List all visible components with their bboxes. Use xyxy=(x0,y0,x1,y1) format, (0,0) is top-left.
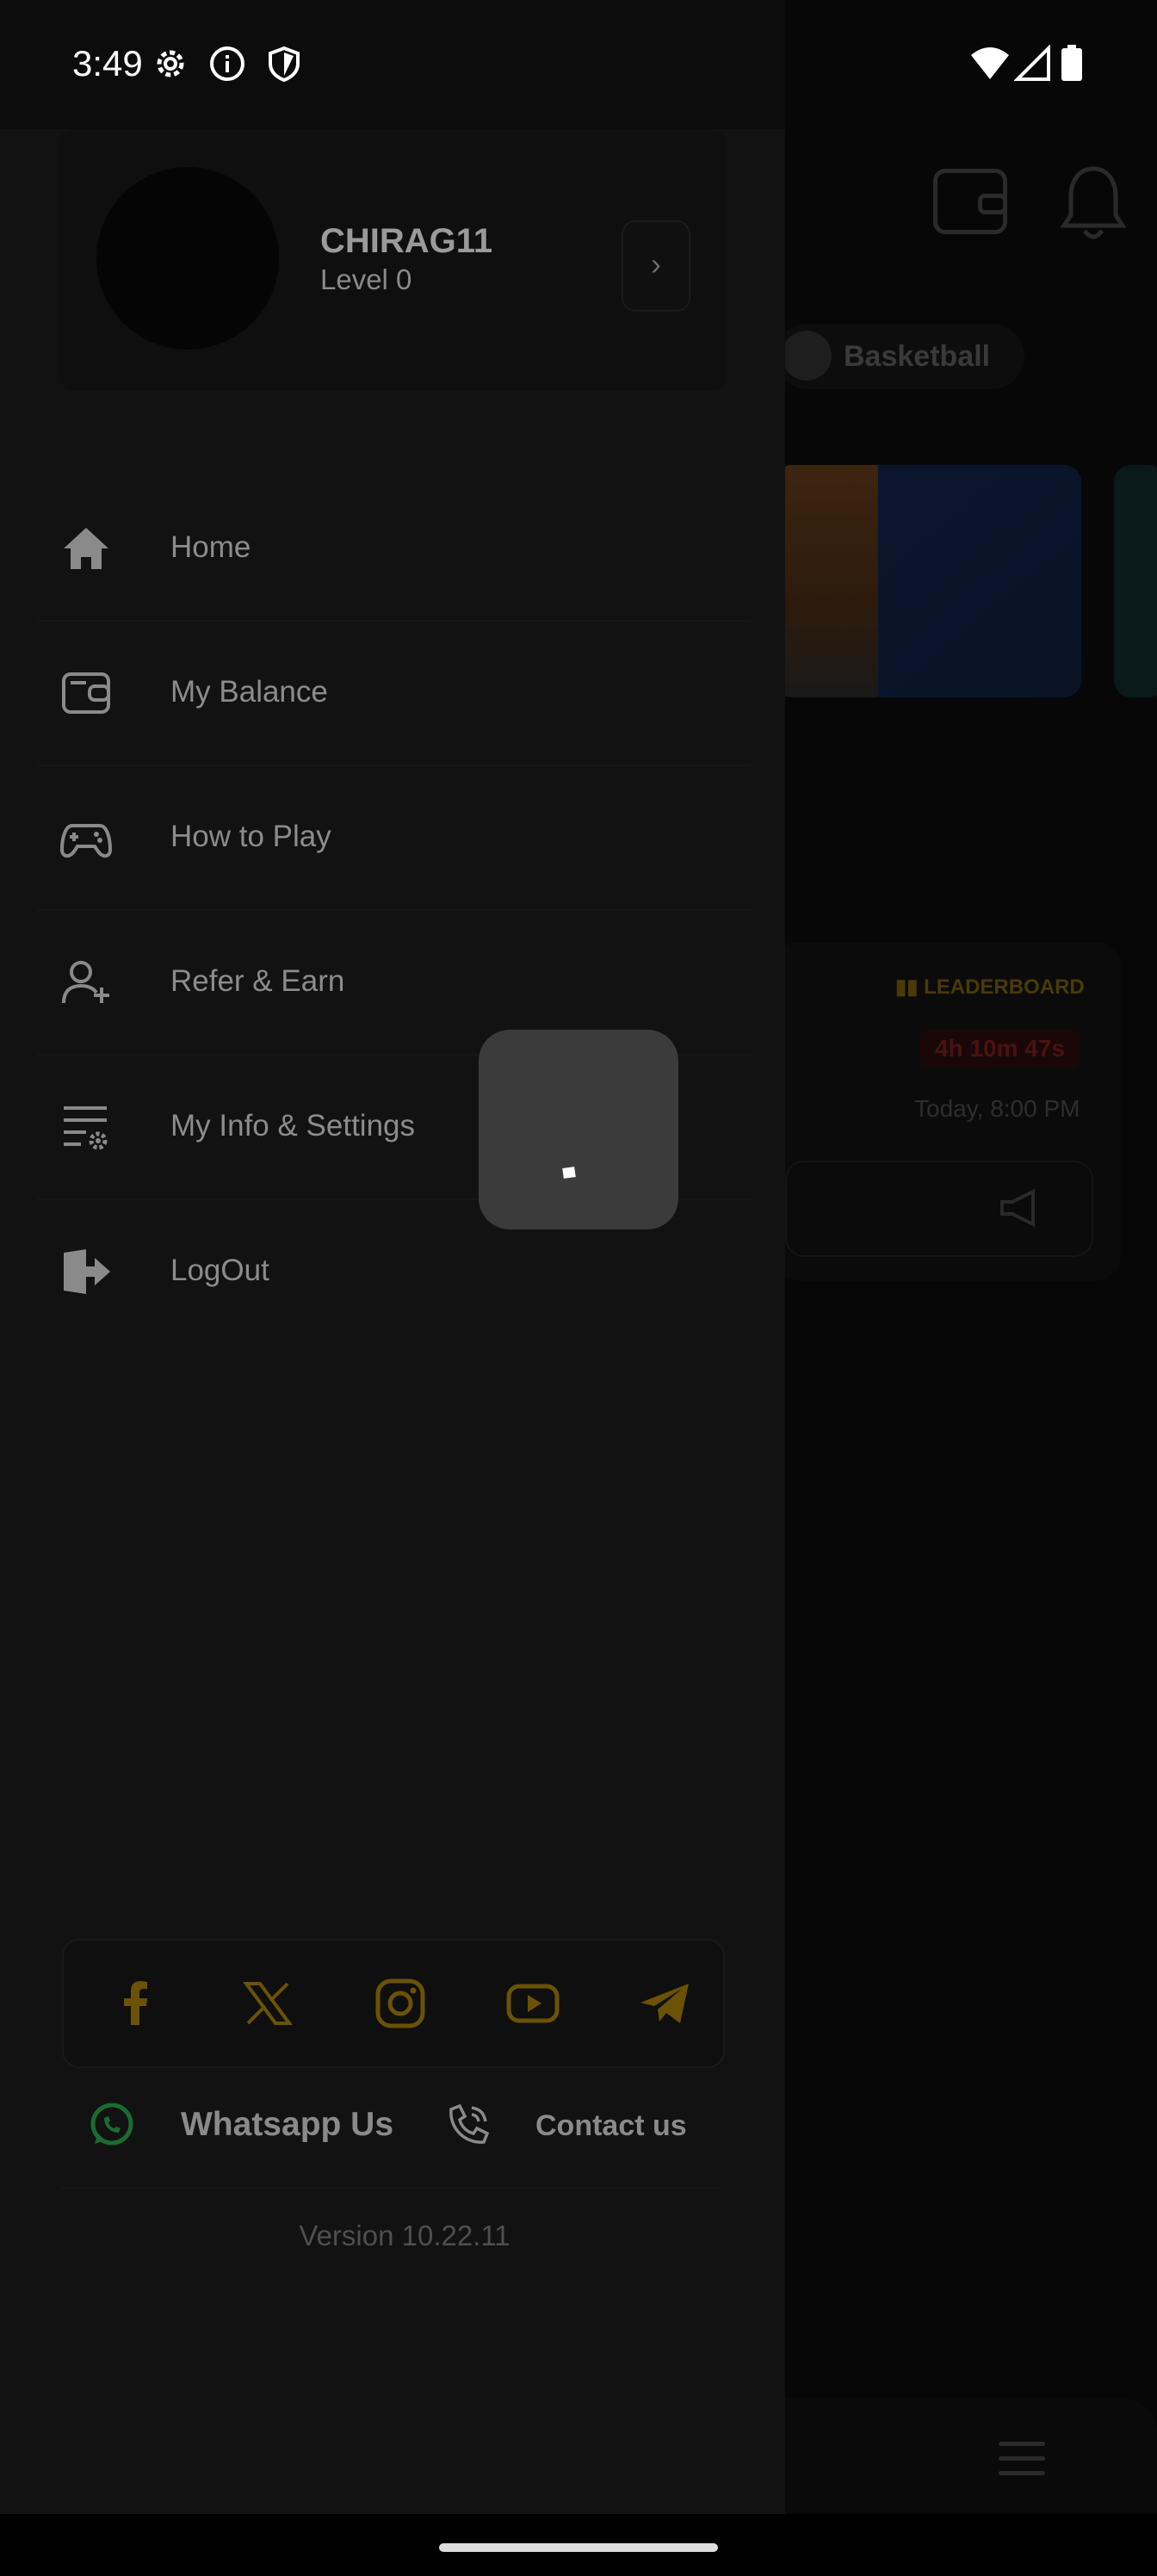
clock: 3:49 xyxy=(72,43,143,84)
telegram-icon[interactable] xyxy=(637,1975,694,2032)
menu-item-how-to-play[interactable]: How to Play xyxy=(38,766,751,911)
menu-item-label: LogOut xyxy=(170,1254,269,1287)
profile-card[interactable]: CHIRAG11 Level 0 › xyxy=(59,129,727,391)
navigation-drawer: CHIRAG11 Level 0 › Home My Balance How t… xyxy=(0,129,785,2514)
menu-item-label: Refer & Earn xyxy=(170,964,345,998)
leaderboard-label: ▮▮ LEADERBOARD xyxy=(895,975,1085,999)
social-links xyxy=(62,1939,725,2068)
home-gesture-handle[interactable] xyxy=(439,2543,718,2552)
megaphone-icon[interactable] xyxy=(999,1188,1042,1228)
basketball-icon xyxy=(782,331,832,381)
cricket-player-image xyxy=(775,465,878,697)
menu-item-home[interactable]: Home xyxy=(38,477,751,622)
promo-banner-next[interactable] xyxy=(1114,465,1157,697)
wallet-icon xyxy=(62,672,110,714)
loading-indicator xyxy=(479,1030,678,1229)
battery-icon xyxy=(1061,45,1082,81)
app-version: Version 10.22.11 xyxy=(299,2220,510,2251)
sport-chip-basketball[interactable]: Basketball xyxy=(775,324,1025,389)
user-level: Level 0 xyxy=(320,263,412,295)
promo-banner[interactable] xyxy=(775,465,1081,697)
countdown-badge: 4h 10m 47s xyxy=(919,1030,1080,1068)
menu-item-label: My Info & Settings xyxy=(170,1109,416,1142)
instagram-icon[interactable] xyxy=(372,1975,429,2032)
home-icon xyxy=(64,528,108,569)
menu-item-label: Home xyxy=(170,530,251,564)
logout-icon xyxy=(64,1249,110,1294)
username: CHIRAG11 xyxy=(320,222,493,260)
avatar[interactable] xyxy=(96,167,279,350)
phone-icon[interactable] xyxy=(444,2101,492,2149)
gamepad-icon xyxy=(60,824,112,858)
match-action-bar[interactable] xyxy=(785,1161,1093,1257)
wifi-icon xyxy=(971,47,1009,79)
menu-item-label: How to Play xyxy=(170,820,331,853)
whatsapp-icon[interactable] xyxy=(88,2101,136,2149)
settings-list-icon xyxy=(64,1106,108,1150)
menu-item-my-balance[interactable]: My Balance xyxy=(38,622,751,766)
bell-icon[interactable] xyxy=(1061,164,1126,241)
signal-icon xyxy=(1014,45,1050,81)
facebook-icon[interactable] xyxy=(107,1975,164,2032)
add-user-icon xyxy=(62,961,109,1004)
whatsapp-link[interactable]: Whatsapp Us xyxy=(181,2106,393,2144)
youtube-icon[interactable] xyxy=(504,1975,561,2032)
x-icon[interactable] xyxy=(239,1975,296,2032)
menu-icon[interactable] xyxy=(999,2442,1045,2476)
contact-row: Whatsapp Us Contact us xyxy=(62,2066,721,2189)
shield-icon xyxy=(269,46,300,83)
info-icon xyxy=(210,46,244,81)
contact-us-link[interactable]: Contact us xyxy=(535,2109,687,2143)
wallet-icon[interactable] xyxy=(933,169,1007,234)
gear-icon xyxy=(157,50,184,77)
chevron-right-icon[interactable]: › xyxy=(622,220,690,312)
match-time: Today, 8:00 PM xyxy=(914,1095,1080,1122)
status-bar-right xyxy=(785,0,1157,129)
menu-item-label: My Balance xyxy=(170,675,328,709)
status-bar: 3:49 xyxy=(0,0,785,129)
